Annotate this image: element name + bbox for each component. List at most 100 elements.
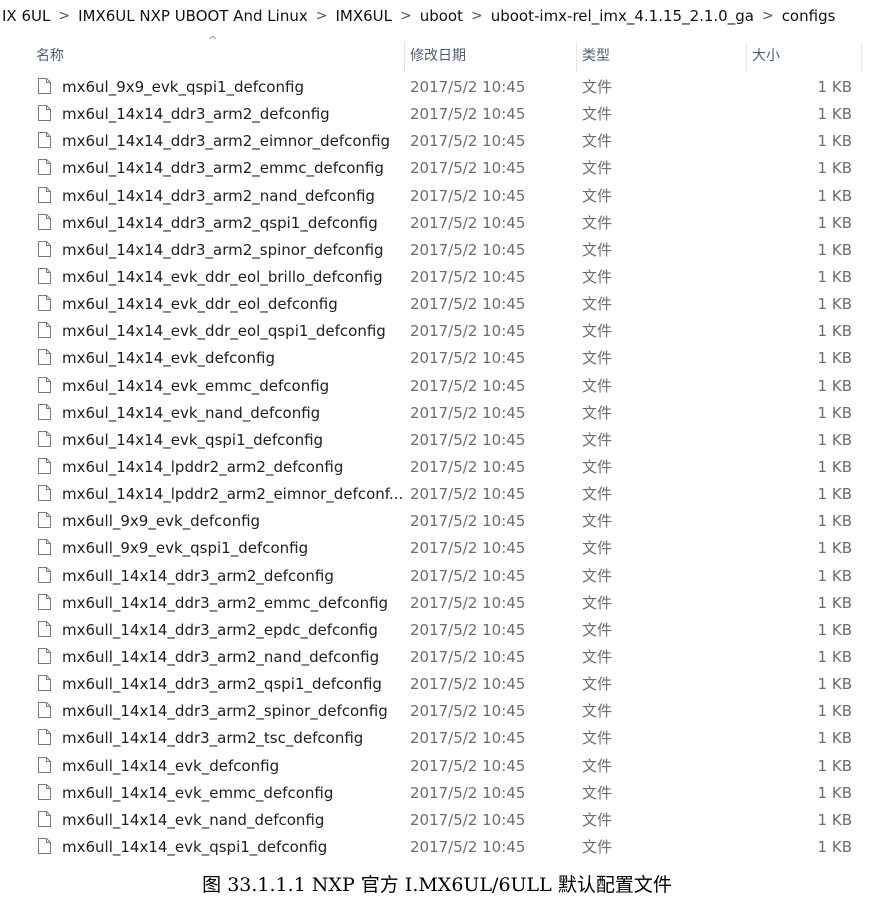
file-name: mx6ul_14x14_lpddr2_arm2_defconfig — [62, 457, 344, 476]
file-name: mx6ul_14x14_evk_emmc_defconfig — [62, 376, 330, 395]
file-row[interactable]: mx6ul_14x14_evk_qspi1_defconfig 2017/5/2 … — [0, 427, 874, 454]
chevron-right-icon[interactable]: > — [394, 8, 418, 24]
file-row[interactable]: mx6ull_14x14_ddr3_arm2_emmc_defconfig 201… — [0, 590, 874, 617]
file-name: mx6ull_14x14_ddr3_arm2_qspi1_defconfig — [62, 675, 382, 694]
chevron-right-icon[interactable]: > — [465, 8, 489, 24]
breadcrumb-item-nxp-uboot-linux[interactable]: IMX6UL NXP UBOOT And Linux — [76, 7, 310, 25]
file-row[interactable]: mx6ull_14x14_ddr3_arm2_nand_defconfig 201… — [0, 644, 874, 671]
file-row[interactable]: mx6ul_9x9_evk_qspi1_defconfig 2017/5/2 10… — [0, 74, 874, 101]
file-icon — [38, 376, 51, 393]
file-row[interactable]: mx6ull_14x14_evk_nand_defconfig 2017/5/2 … — [0, 807, 874, 834]
breadcrumb-item-configs[interactable]: configs — [780, 7, 838, 25]
file-type: 文件 — [582, 403, 613, 422]
file-row[interactable]: mx6ul_14x14_lpddr2_arm2_defconfig 2017/5/… — [0, 454, 874, 481]
file-name: mx6ull_14x14_evk_nand_defconfig — [62, 810, 325, 829]
column-divider[interactable] — [746, 42, 747, 72]
file-type: 文件 — [582, 647, 613, 666]
file-name: mx6ul_14x14_ddr3_arm2_qspi1_defconfig — [62, 213, 378, 232]
file-row[interactable]: mx6ull_14x14_ddr3_arm2_defconfig 2017/5/2… — [0, 563, 874, 590]
file-row[interactable]: mx6ul_14x14_evk_emmc_defconfig 2017/5/2 1… — [0, 373, 874, 400]
file-name: mx6ul_14x14_ddr3_arm2_eimnor_defconfig — [62, 132, 391, 151]
file-type: 文件 — [582, 457, 613, 476]
breadcrumb-item-uboot-imx-rel[interactable]: uboot-imx-rel_imx_4.1.15_2.1.0_ga — [489, 7, 756, 25]
file-size: 1 KB — [817, 403, 852, 422]
file-type: 文件 — [582, 729, 613, 748]
file-icon — [38, 702, 51, 719]
file-row[interactable]: mx6ul_14x14_ddr3_arm2_nand_defconfig 2017… — [0, 183, 874, 210]
file-row[interactable]: mx6ul_14x14_evk_defconfig 2017/5/2 10:45 文… — [0, 345, 874, 372]
file-date: 2017/5/2 10:45 — [410, 512, 526, 531]
column-header-size[interactable]: 大小 — [752, 40, 860, 72]
column-divider[interactable] — [861, 42, 862, 72]
file-size: 1 KB — [817, 810, 852, 829]
file-name: mx6ul_14x14_evk_defconfig — [62, 349, 275, 368]
file-name: mx6ul_14x14_evk_ddr_eol_defconfig — [62, 295, 338, 314]
file-date: 2017/5/2 10:45 — [410, 647, 526, 666]
file-name: mx6ul_14x14_evk_ddr_eol_qspi1_defconfig — [62, 322, 386, 341]
file-icon — [38, 403, 51, 420]
file-type: 文件 — [582, 267, 613, 286]
file-row[interactable]: mx6ull_14x14_evk_qspi1_defconfig 2017/5/2… — [0, 834, 874, 861]
file-row[interactable]: mx6ul_14x14_evk_ddr_eol_qspi1_defconfig 2… — [0, 318, 874, 345]
file-date: 2017/5/2 10:45 — [410, 322, 526, 341]
file-type: 文件 — [582, 78, 613, 96]
breadcrumb-item-ix6ul[interactable]: IX 6UL — [0, 7, 52, 25]
file-date: 2017/5/2 10:45 — [410, 485, 526, 504]
file-icon — [38, 647, 51, 664]
file-size: 1 KB — [817, 159, 852, 178]
file-icon — [38, 213, 51, 230]
file-name: mx6ull_9x9_evk_defconfig — [62, 512, 261, 531]
file-size: 1 KB — [817, 675, 852, 694]
file-row[interactable]: mx6ul_14x14_evk_nand_defconfig 2017/5/2 1… — [0, 400, 874, 427]
file-type: 文件 — [582, 159, 613, 178]
file-row[interactable]: mx6ull_14x14_evk_emmc_defconfig 2017/5/2 … — [0, 780, 874, 807]
file-size: 1 KB — [817, 132, 852, 151]
file-row[interactable]: mx6ul_14x14_evk_ddr_eol_brillo_defconfig… — [0, 264, 874, 291]
chevron-right-icon[interactable]: > — [310, 8, 334, 24]
file-row[interactable]: mx6ull_9x9_evk_defconfig 2017/5/2 10:45 文件… — [0, 508, 874, 535]
column-divider[interactable] — [404, 42, 405, 72]
file-row[interactable]: mx6ul_14x14_ddr3_arm2_defconfig 2017/5/2 … — [0, 101, 874, 128]
chevron-right-icon[interactable]: > — [52, 8, 76, 24]
breadcrumb-item-imx6ul[interactable]: IMX6UL — [333, 7, 394, 25]
file-date: 2017/5/2 10:45 — [410, 403, 526, 422]
file-name: mx6ul_14x14_lpddr2_arm2_eimnor_defconf..… — [62, 485, 402, 504]
file-icon — [38, 295, 51, 312]
file-row[interactable]: mx6ul_14x14_ddr3_arm2_emmc_defconfig 2017… — [0, 155, 874, 182]
file-icon — [38, 729, 51, 746]
file-icon — [38, 512, 51, 529]
file-name: mx6ull_9x9_evk_qspi1_defconfig — [62, 539, 309, 558]
file-icon — [38, 186, 51, 203]
file-row[interactable]: mx6ul_14x14_ddr3_arm2_eimnor_defconfig 20… — [0, 128, 874, 155]
column-header-name[interactable]: 名称 — [36, 40, 404, 72]
breadcrumb-item-uboot[interactable]: uboot — [418, 7, 465, 25]
file-size: 1 KB — [817, 349, 852, 368]
column-divider[interactable] — [576, 42, 577, 72]
file-size: 1 KB — [817, 485, 852, 504]
file-name: mx6ull_14x14_evk_emmc_defconfig — [62, 783, 334, 802]
file-row[interactable]: mx6ul_14x14_ddr3_arm2_qspi1_defconfig 201… — [0, 210, 874, 237]
file-row[interactable]: mx6ul_14x14_lpddr2_arm2_eimnor_defconf..… — [0, 481, 874, 508]
file-date: 2017/5/2 10:45 — [410, 105, 526, 124]
file-date: 2017/5/2 10:45 — [410, 186, 526, 205]
file-date: 2017/5/2 10:45 — [410, 430, 526, 449]
file-row[interactable]: mx6ull_14x14_ddr3_arm2_epdc_defconfig 201… — [0, 617, 874, 644]
file-type: 文件 — [582, 756, 613, 775]
column-header-date[interactable]: 修改日期 — [410, 40, 575, 72]
file-row[interactable]: mx6ull_14x14_ddr3_arm2_qspi1_defconfig 20… — [0, 671, 874, 698]
file-row[interactable]: mx6ull_14x14_ddr3_arm2_spinor_defconfig 2… — [0, 698, 874, 725]
file-row[interactable]: mx6ul_14x14_evk_ddr_eol_defconfig 2017/5/… — [0, 291, 874, 318]
chevron-right-icon[interactable]: > — [756, 8, 780, 24]
file-icon — [38, 240, 51, 257]
file-row[interactable]: mx6ul_14x14_ddr3_arm2_spinor_defconfig 20… — [0, 237, 874, 264]
file-icon — [38, 430, 51, 447]
file-row[interactable]: mx6ull_14x14_ddr3_arm2_tsc_defconfig 2017… — [0, 725, 874, 752]
file-type: 文件 — [582, 837, 613, 856]
file-row[interactable]: mx6ull_14x14_evk_defconfig 2017/5/2 10:45… — [0, 753, 874, 780]
file-icon — [38, 485, 51, 502]
file-row[interactable]: mx6ull_9x9_evk_qspi1_defconfig 2017/5/2 1… — [0, 535, 874, 562]
file-name: mx6ull_14x14_ddr3_arm2_nand_defconfig — [62, 647, 380, 666]
figure-caption: 图 33.1.1.1 NXP 官方 I.MX6UL/6ULL 默认配置文件 — [202, 874, 672, 896]
file-name: mx6ull_14x14_evk_qspi1_defconfig — [62, 837, 328, 856]
column-header-type[interactable]: 类型 — [582, 40, 744, 72]
